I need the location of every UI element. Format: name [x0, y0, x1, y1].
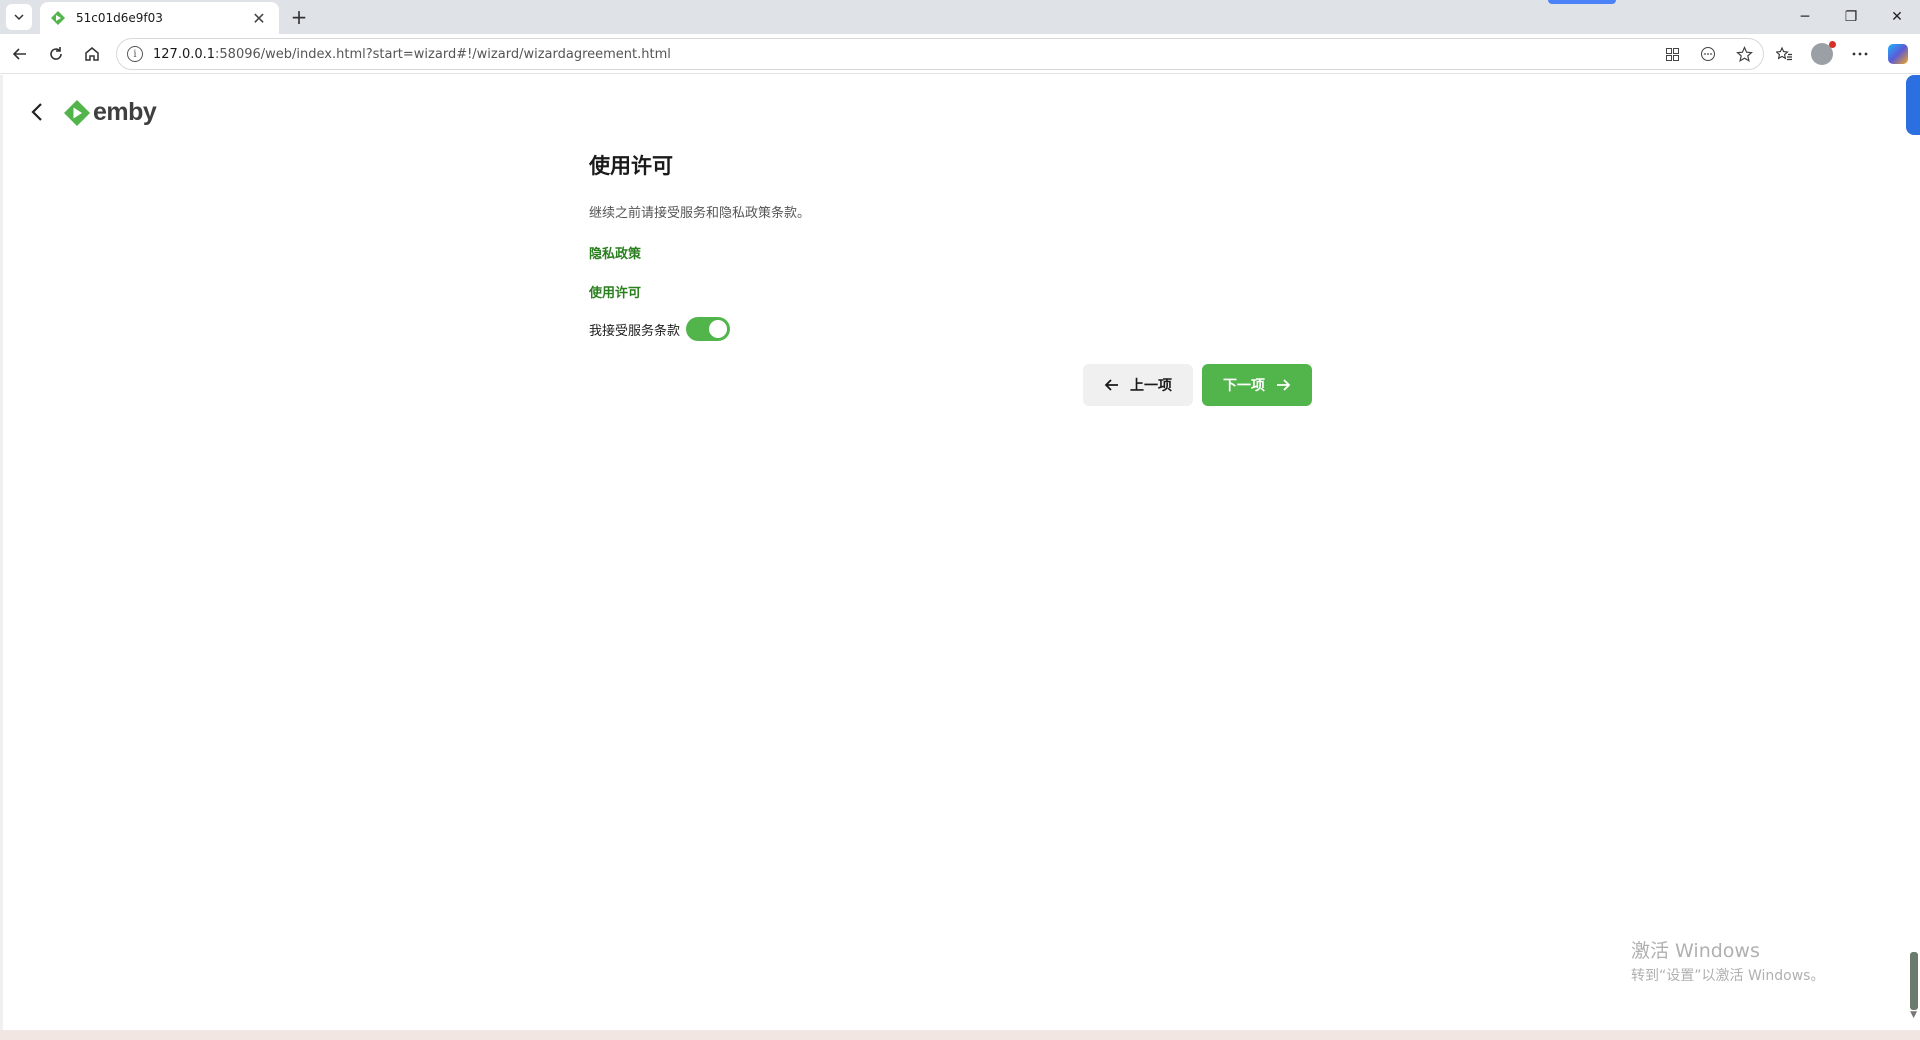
taskbar-edge	[0, 1030, 1920, 1040]
watermark-title: 激活 Windows	[1631, 940, 1760, 962]
more-menu-icon[interactable]	[1846, 40, 1874, 68]
previous-button-label: 上一项	[1130, 378, 1172, 394]
new-tab-button[interactable]: +	[287, 5, 311, 29]
next-button[interactable]: 下一项	[1202, 364, 1312, 406]
home-button[interactable]	[80, 42, 104, 66]
reload-button[interactable]	[44, 42, 68, 66]
sidebar-edge-tab[interactable]	[1906, 75, 1920, 135]
back-button[interactable]	[8, 42, 32, 66]
arrow-left-icon	[1104, 379, 1118, 391]
privacy-policy-link[interactable]: 隐私政策	[589, 243, 1311, 262]
chevron-down-icon	[14, 14, 24, 21]
logo-text: emby	[93, 98, 157, 126]
close-window-button[interactable]: ✕	[1874, 0, 1920, 34]
address-bar-actions	[1661, 43, 1755, 65]
favorite-star-icon[interactable]	[1733, 43, 1755, 65]
page-title: 使用许可	[589, 154, 673, 178]
window-controls: ─ ❐ ✕	[1782, 0, 1920, 34]
previous-button[interactable]: 上一项	[1083, 364, 1193, 406]
license-link[interactable]: 使用许可	[589, 282, 1311, 301]
tab-strip: 51c01d6e9f03 ✕ + ─ ❐ ✕	[0, 0, 1920, 34]
favorites-icon[interactable]	[1770, 40, 1798, 68]
tab-close-icon[interactable]: ✕	[249, 9, 269, 28]
windows-activation-watermark: 激活 Windows 转到“设置”以激活 Windows。	[1631, 936, 1824, 985]
arrow-right-icon	[1277, 379, 1291, 391]
accept-terms-label: 我接受服务条款	[589, 323, 681, 339]
profile-button[interactable]	[1808, 40, 1836, 68]
agreement-description: 继续之前请接受服务和隐私政策条款。	[589, 206, 811, 221]
restore-button[interactable]: ❐	[1828, 0, 1874, 34]
home-icon	[85, 47, 99, 61]
url-text: 127.0.0.1:58096/web/index.html?start=wiz…	[153, 46, 671, 62]
emby-logo[interactable]: emby	[63, 98, 157, 127]
watermark-subtitle: 转到“设置”以激活 Windows。	[1631, 968, 1825, 984]
scroll-down-icon[interactable]: ▼	[1910, 1010, 1917, 1020]
scrollbar-thumb[interactable]	[1910, 952, 1918, 1010]
reload-icon	[50, 47, 62, 60]
arrow-left-icon	[12, 48, 26, 60]
accept-terms-row: 我接受服务条款	[589, 317, 1311, 341]
wizard-agreement: 使用许可 继续之前请接受服务和隐私政策条款。 隐私政策 使用许可 我接受服务条款	[589, 150, 1311, 341]
notification-dot	[1829, 41, 1836, 48]
tab-group-indicator	[1548, 0, 1616, 4]
wizard-buttons: 上一项 下一项	[1083, 364, 1312, 406]
emby-favicon-icon	[51, 11, 65, 25]
app-available-icon[interactable]	[1661, 43, 1683, 65]
address-toolbar: i 127.0.0.1:58096/web/index.html?start=w…	[0, 34, 1920, 74]
emby-logo-icon	[64, 99, 90, 126]
avatar	[1811, 41, 1836, 65]
browser-toolbar-right	[1770, 40, 1912, 68]
site-info-icon[interactable]: i	[127, 46, 143, 62]
tab-list-button[interactable]	[6, 4, 32, 30]
browser-tab[interactable]: 51c01d6e9f03 ✕	[40, 2, 279, 34]
address-bar[interactable]: i 127.0.0.1:58096/web/index.html?start=w…	[116, 38, 1764, 70]
copilot-button[interactable]	[1884, 40, 1912, 68]
back-arrow-icon[interactable]	[26, 100, 50, 124]
accept-terms-toggle[interactable]	[686, 317, 731, 341]
reading-view-icon[interactable]	[1697, 43, 1719, 65]
next-button-label: 下一项	[1223, 378, 1265, 394]
toggle-knob	[709, 320, 728, 338]
minimize-button[interactable]: ─	[1782, 0, 1828, 34]
tab-title: 51c01d6e9f03	[76, 11, 163, 25]
copilot-icon	[1888, 44, 1908, 64]
